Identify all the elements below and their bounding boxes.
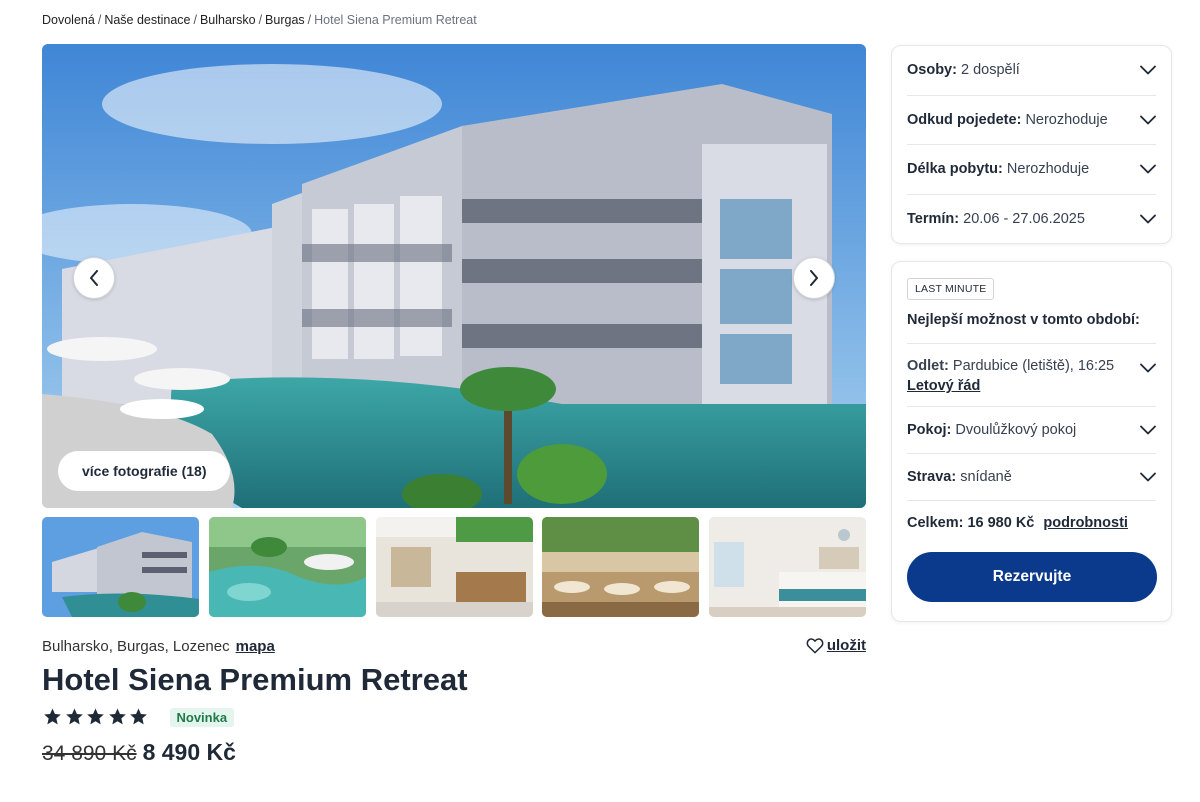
date-select[interactable]: Termín: 20.06 - 27.06.2025 <box>907 195 1156 245</box>
thumbnail-hotel-lobby[interactable] <box>375 517 533 617</box>
breadcrumb-item-destinace[interactable]: Naše destinace <box>104 13 190 27</box>
flight-text: Odlet: Pardubice (letiště), 16:25 <box>907 358 1156 374</box>
breadcrumb-current: Hotel Siena Premium Retreat <box>314 13 477 27</box>
search-filter-card: Osoby: 2 dospělí Odkud pojedete: Nerozho… <box>891 45 1172 244</box>
date-value: 20.06 - 27.06.2025 <box>963 211 1085 228</box>
flight-value: Pardubice (letiště), 16:25 <box>952 358 1115 374</box>
hero-photo <box>42 44 866 508</box>
departure-text: Odkud pojedete: Nerozhoduje <box>907 112 1108 128</box>
flight-schedule-link[interactable]: Letový řád <box>907 378 980 394</box>
stay-length-text: Délka pobytu: Nerozhoduje <box>907 161 1089 177</box>
chevron-down-icon <box>1140 115 1156 125</box>
breadcrumb-separator: / <box>97 13 102 27</box>
room-value: Dvoulůžkový pokoj <box>955 422 1077 438</box>
breadcrumb-item-bulharsko[interactable]: Bulharsko <box>200 13 256 27</box>
departure-label: Odkud pojedete: <box>907 111 1022 128</box>
more-photos-button[interactable]: více fotografie (18) <box>58 451 231 491</box>
thumbnail-restaurant[interactable] <box>542 517 700 617</box>
thumbnail-hotel-room[interactable] <box>709 517 866 617</box>
star-icon <box>65 708 83 725</box>
persons-value: 2 dospělí <box>960 62 1020 79</box>
heart-icon <box>806 638 824 654</box>
board-text: Strava: snídaně <box>907 469 1012 485</box>
price-block: 34 890 Kč 8 490 Kč <box>42 739 236 766</box>
board-label: Strava: <box>907 469 957 485</box>
breadcrumb: Dovolená / Naše destinace / Bulharsko / Burgas… <box>42 13 477 27</box>
thumbnail-image <box>375 517 533 617</box>
thumbnail-lagoon-pool[interactable] <box>208 517 366 617</box>
thumbnail-image <box>542 517 700 617</box>
room-text: Pokoj: Dvoulůžkový pokoj <box>907 422 1076 438</box>
flight-label: Odlet: <box>907 358 949 374</box>
board-value: snídaně <box>960 469 1012 485</box>
current-price: 8 490 Kč <box>142 739 236 765</box>
persons-label: Osoby: <box>907 62 957 79</box>
room-label: Pokoj: <box>907 422 952 438</box>
price-details-link[interactable]: podrobnosti <box>1043 515 1128 531</box>
chevron-down-icon <box>1140 164 1156 174</box>
save-label: uložit <box>826 637 866 654</box>
best-option-heading: Nejlepší možnost v tomto období: <box>907 312 1156 344</box>
stay-length-select[interactable]: Délka pobytu: Nerozhoduje <box>907 145 1156 195</box>
gallery-prev-button[interactable] <box>73 257 115 299</box>
reserve-button[interactable]: Rezervujte <box>907 552 1157 602</box>
chevron-down-icon <box>1140 214 1156 224</box>
departure-select[interactable]: Odkud pojedete: Nerozhoduje <box>907 96 1156 145</box>
room-select[interactable]: Pokoj: Dvoulůžkový pokoj <box>907 407 1156 454</box>
hotel-rating: Novinka <box>42 707 235 727</box>
chevron-down-icon <box>1140 65 1156 75</box>
thumbnail-image <box>42 517 199 617</box>
map-link[interactable]: mapa <box>236 638 275 655</box>
star-icon <box>130 708 147 725</box>
save-button[interactable]: uložit <box>806 637 866 654</box>
hotel-name: Hotel Siena Premium Retreat <box>42 662 468 697</box>
departure-value: Nerozhoduje <box>1025 111 1108 128</box>
breadcrumb-item-burgas[interactable]: Burgas <box>265 13 305 27</box>
location-text: Bulharsko, Burgas, Lozenec <box>42 638 230 655</box>
total-price: Celkem: 16 980 Kč <box>907 514 1035 531</box>
total-price-row: Celkem: 16 980 Kč podrobnosti <box>907 501 1156 544</box>
offer-card: LAST MINUTE Nejlepší možnost v tomto obd… <box>891 261 1172 622</box>
old-price: 34 890 Kč <box>42 742 137 765</box>
chevron-right-icon <box>810 270 818 286</box>
persons-select[interactable]: Osoby: 2 dospělí <box>907 46 1156 96</box>
breadcrumb-item-dovolena[interactable]: Dovolená <box>42 13 95 27</box>
chevron-left-icon <box>90 270 98 286</box>
stay-length-value: Nerozhoduje <box>1006 161 1090 178</box>
breadcrumb-separator: / <box>258 13 263 27</box>
flight-select[interactable]: Odlet: Pardubice (letiště), 16:25 Letový… <box>907 344 1156 407</box>
star-icon <box>108 708 126 725</box>
breadcrumb-separator: / <box>307 13 312 27</box>
star-icon <box>44 708 61 725</box>
persons-text: Osoby: 2 dospělí <box>907 62 1020 78</box>
hero-gallery[interactable]: více fotografie (18) <box>42 44 866 508</box>
thumbnail-image <box>709 517 866 617</box>
date-label: Termín: <box>907 211 960 228</box>
stay-length-label: Délka pobytu: <box>907 161 1003 178</box>
star-icon <box>87 708 104 725</box>
thumbnail-image <box>208 517 366 617</box>
hotel-location: Bulharsko, Burgas, Lozenec mapa <box>42 638 275 655</box>
chevron-down-icon <box>1140 425 1156 435</box>
board-select[interactable]: Strava: snídaně <box>907 454 1156 501</box>
gallery-next-button[interactable] <box>793 257 835 299</box>
chevron-down-icon <box>1140 363 1156 373</box>
new-badge: Novinka <box>169 707 235 727</box>
breadcrumb-separator: / <box>193 13 197 27</box>
date-text: Termín: 20.06 - 27.06.2025 <box>907 211 1085 227</box>
thumbnail-strip <box>42 517 866 617</box>
chevron-down-icon <box>1140 472 1156 482</box>
thumbnail-hotel-facade-pool[interactable] <box>42 517 199 617</box>
last-minute-badge: LAST MINUTE <box>907 278 995 300</box>
